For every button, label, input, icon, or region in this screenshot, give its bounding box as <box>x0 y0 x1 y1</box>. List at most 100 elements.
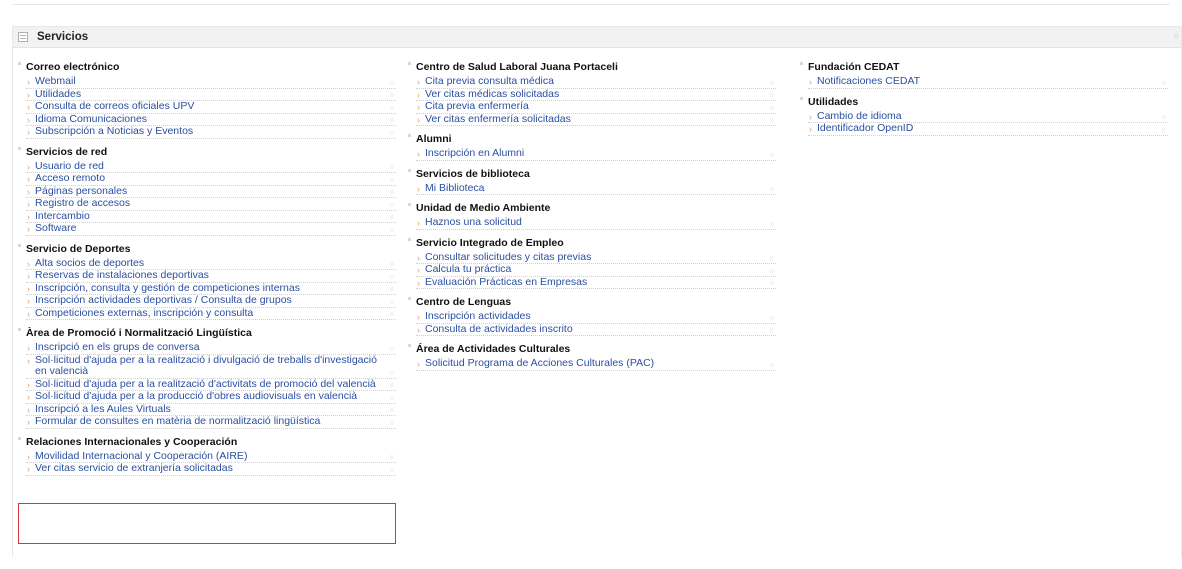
go-link-icon[interactable]: ○ <box>770 327 774 335</box>
go-link-icon[interactable]: ○ <box>390 299 394 307</box>
go-link-icon[interactable]: ○ <box>770 315 774 323</box>
go-link-icon[interactable]: ○ <box>390 420 394 428</box>
go-link-icon[interactable]: ○ <box>770 186 774 194</box>
go-link-icon[interactable]: ○ <box>390 130 394 138</box>
service-link[interactable]: Software <box>35 222 76 234</box>
service-link[interactable]: Inscripció en els grups de conversa <box>35 341 200 353</box>
service-link[interactable]: Utilidades <box>35 88 81 100</box>
service-link[interactable]: Acceso remoto <box>35 172 105 184</box>
service-link-item[interactable]: › Consulta de actividades inscrito ○ <box>416 323 776 336</box>
go-link-icon[interactable]: ○ <box>390 382 394 390</box>
go-link-icon[interactable]: ○ <box>390 117 394 125</box>
service-link[interactable]: Reservas de instalaciones deportivas <box>35 269 209 281</box>
service-link[interactable]: Usuario de red <box>35 160 104 172</box>
go-link-icon[interactable]: ○ <box>770 80 774 88</box>
go-link-icon[interactable]: ○ <box>390 286 394 294</box>
go-link-icon[interactable]: ○ <box>1162 127 1166 135</box>
service-link[interactable]: Sol·licitud d'ajuda per a la realització… <box>35 354 377 378</box>
service-link-item[interactable]: › Formular de consultes en matèria de nor… <box>26 415 396 429</box>
service-link-item[interactable]: › Sol·licitud d'ajuda per a la realitzaci… <box>26 354 396 379</box>
go-link-icon[interactable]: ○ <box>390 311 394 319</box>
service-link[interactable]: Inscripción en Alumni <box>425 147 524 159</box>
service-link[interactable]: Páginas personales <box>35 185 127 197</box>
service-link[interactable]: Ver citas enfermería solicitadas <box>425 113 571 125</box>
go-link-icon[interactable]: ○ <box>770 152 774 160</box>
service-link-item[interactable]: › Inscripción en Alumni ○ <box>416 147 776 161</box>
go-link-icon[interactable]: ○ <box>390 467 394 475</box>
go-link-icon[interactable]: ○ <box>770 221 774 229</box>
service-link[interactable]: Inscripción, consulta y gestión de compe… <box>35 282 300 294</box>
go-link-icon[interactable]: ○ <box>390 80 394 88</box>
go-link-icon[interactable]: ○ <box>770 105 774 113</box>
service-link[interactable]: Calcula tu práctica <box>425 263 511 275</box>
service-link[interactable]: Sol·licitud d'ajuda per a la realització… <box>35 378 376 390</box>
go-link-icon[interactable]: ○ <box>390 395 394 403</box>
go-link-icon[interactable]: ○ <box>390 454 394 462</box>
service-link-item[interactable]: › Notificaciones CEDAT ○ <box>808 75 1168 89</box>
go-link-icon[interactable]: ○ <box>390 189 394 197</box>
service-link[interactable]: Registro de accesos <box>35 197 130 209</box>
service-link[interactable]: Solicitud Programa de Acciones Culturale… <box>425 357 654 369</box>
go-link-icon[interactable]: ○ <box>390 177 394 185</box>
service-link[interactable]: Competiciones externas, inscripción y co… <box>35 307 253 319</box>
go-link-icon[interactable]: ○ <box>770 268 774 276</box>
service-link[interactable]: Inscripció a les Aules Virtuals <box>35 403 171 415</box>
service-link[interactable]: Webmail <box>35 75 76 87</box>
service-link[interactable]: Formular de consultes en matèria de norm… <box>35 415 320 427</box>
service-link[interactable]: Alta socios de deportes <box>35 257 144 269</box>
panel-collapse-icon[interactable] <box>18 32 28 42</box>
service-link[interactable]: Consultar solicitudes y citas previas <box>425 251 591 263</box>
service-link[interactable]: Cita previa consulta médica <box>425 75 554 87</box>
service-link-item[interactable]: › Evaluación Prácticas en Empresas ○ <box>416 276 776 289</box>
go-link-icon[interactable]: ○ <box>390 227 394 235</box>
service-link-item[interactable]: › Haznos una solicitud ○ <box>416 216 776 230</box>
service-link-item[interactable]: › Intercambio ○ <box>26 210 396 223</box>
service-link[interactable]: Cambio de idioma <box>817 110 902 122</box>
service-link[interactable]: Sol·licitud d'ajuda per a la producció d… <box>35 390 357 402</box>
go-link-icon[interactable]: ○ <box>390 214 394 222</box>
service-link-item[interactable]: › Mi Biblioteca ○ <box>416 182 776 195</box>
go-link-icon[interactable]: ○ <box>390 370 394 378</box>
service-link-item[interactable]: › Identificador OpenID ○ <box>808 122 1168 136</box>
service-link-item[interactable]: › Ver citas servicio de extranjería solic… <box>26 462 396 476</box>
service-link[interactable]: Notificaciones CEDAT <box>817 75 920 87</box>
service-link[interactable]: Subscripción a Noticias y Eventos <box>35 125 193 137</box>
go-link-icon[interactable]: ○ <box>770 280 774 288</box>
service-link[interactable]: Mi Biblioteca <box>425 182 485 194</box>
go-link-icon[interactable]: ○ <box>390 202 394 210</box>
go-link-icon[interactable]: ○ <box>390 274 394 282</box>
go-link-icon[interactable]: ○ <box>770 117 774 125</box>
service-link[interactable]: Consulta de correos oficiales UPV <box>35 100 194 112</box>
service-link[interactable]: Haznos una solicitud <box>425 216 522 228</box>
service-link[interactable]: Inscripción actividades deportivas / Con… <box>35 294 292 306</box>
service-link[interactable]: Ver citas servicio de extranjería solici… <box>35 462 233 474</box>
arrow-bullet-icon: › <box>27 199 30 209</box>
go-link-icon[interactable]: ○ <box>770 92 774 100</box>
service-link-item[interactable]: › Software ○ <box>26 222 396 236</box>
go-link-icon[interactable]: ○ <box>390 261 394 269</box>
service-link-item[interactable]: › Solicitud Programa de Acciones Cultural… <box>416 357 776 371</box>
go-link-icon[interactable]: ○ <box>1162 114 1166 122</box>
go-link-icon[interactable]: ○ <box>390 92 394 100</box>
service-link[interactable]: Evaluación Prácticas en Empresas <box>425 276 587 288</box>
go-link-icon[interactable]: ○ <box>770 255 774 263</box>
service-link-item[interactable]: › Webmail ○ <box>26 75 396 89</box>
service-link-item[interactable]: › Competiciones externas, inscripción y c… <box>26 307 396 320</box>
service-link-item[interactable]: › Ver citas enfermería solicitadas ○ <box>416 113 776 126</box>
go-link-icon[interactable]: ○ <box>1162 80 1166 88</box>
go-link-icon[interactable]: ○ <box>390 164 394 172</box>
service-link[interactable]: Idioma Comunicaciones <box>35 113 147 125</box>
go-link-icon[interactable]: ○ <box>390 346 394 354</box>
go-link-icon[interactable]: ○ <box>770 362 774 370</box>
go-link-icon[interactable]: ○ <box>390 105 394 113</box>
service-link-item[interactable]: › Subscripción a Noticias y Eventos ○ <box>26 125 396 139</box>
service-link[interactable]: Consulta de actividades inscrito <box>425 323 573 335</box>
service-link[interactable]: Movilidad Internacional y Cooperación (A… <box>35 450 247 462</box>
service-link[interactable]: Cita previa enfermería <box>425 100 529 112</box>
service-link[interactable]: Ver citas médicas solicitadas <box>425 88 559 100</box>
service-link-list: › Notificaciones CEDAT ○ <box>808 75 1168 89</box>
go-link-icon[interactable]: ○ <box>390 407 394 415</box>
service-link[interactable]: Inscripción actividades <box>425 310 531 322</box>
service-link[interactable]: Intercambio <box>35 210 90 222</box>
service-link[interactable]: Identificador OpenID <box>817 122 913 134</box>
